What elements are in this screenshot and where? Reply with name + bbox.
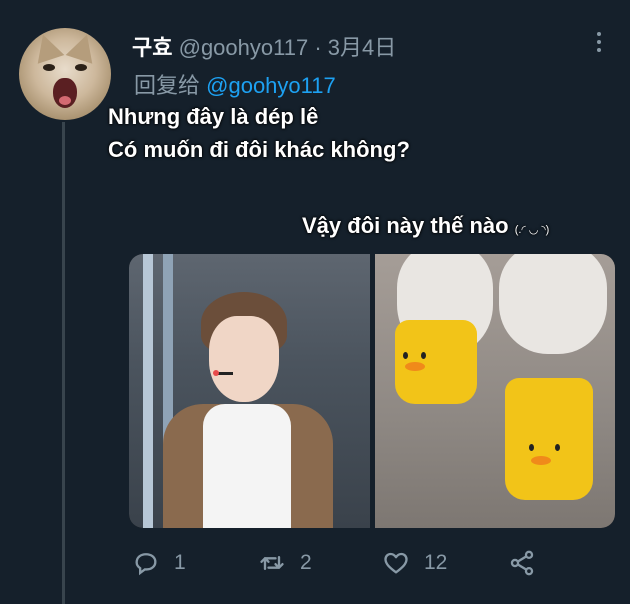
retweet-icon: [260, 556, 284, 570]
tweet-date[interactable]: 3月4日: [328, 35, 396, 60]
duck-boot-front: [505, 378, 593, 500]
duck-boot-back: [395, 320, 477, 404]
reply-count: 1: [174, 551, 186, 574]
duck-beak: [405, 362, 425, 371]
caption-line-2: Có muốn đi đôi khác không?: [108, 137, 410, 162]
stage-pole: [143, 254, 153, 528]
tweet-actions: 1 2 12: [132, 546, 552, 580]
share-button[interactable]: [508, 546, 536, 580]
photo-duck-boots[interactable]: [375, 254, 615, 528]
more-vertical-icon[interactable]: [592, 32, 606, 56]
duck-eye: [555, 444, 560, 451]
reply-button[interactable]: 1: [132, 546, 186, 580]
avatar-mouth: [53, 78, 77, 108]
retweet-count: 2: [300, 551, 312, 574]
tweet-media[interactable]: [129, 254, 615, 528]
like-button[interactable]: 12: [382, 546, 447, 580]
photo-person[interactable]: [129, 254, 370, 528]
heart-icon: [384, 552, 408, 574]
duck-beak: [531, 456, 551, 465]
reply-to-line: 回复给 @goohyo117: [134, 68, 336, 100]
caption-line-1: Nhưng đây là dép lê: [108, 104, 319, 129]
avatar-ear-right: [65, 30, 101, 64]
header-separator: ·: [314, 35, 322, 60]
speech-bubble-icon: [135, 553, 157, 576]
headset-mic: [213, 370, 233, 376]
thread-line: [62, 122, 65, 604]
avatar-ear-left: [29, 30, 65, 64]
duck-eye: [529, 444, 534, 451]
reply-prefix: 回复给: [134, 73, 201, 98]
person-shirt: [203, 404, 291, 528]
duck-eye: [421, 352, 426, 359]
avatar-eye-right: [75, 64, 87, 71]
fur-leg-right: [499, 254, 607, 354]
share-icon: [510, 550, 534, 576]
avatar[interactable]: [19, 28, 111, 120]
kaomoji: (.◜ ◡ ◝): [514, 224, 550, 236]
user-handle[interactable]: @goohyo117: [179, 35, 309, 60]
avatar-eye-left: [43, 64, 55, 71]
tweet-header: 구효 @goohyo117 · 3月4日: [132, 30, 396, 62]
display-name[interactable]: 구효: [132, 35, 172, 60]
retweet-button[interactable]: 2: [258, 546, 312, 580]
person-face: [209, 316, 279, 402]
duck-eye: [403, 352, 408, 359]
caption-line-3: Vậy đôi này thế nào (.◜ ◡ ◝): [302, 213, 549, 239]
caption-line-3-text: Vậy đôi này thế nào: [302, 213, 509, 238]
reply-target-link[interactable]: @goohyo117: [206, 73, 336, 98]
like-count: 12: [424, 551, 448, 574]
